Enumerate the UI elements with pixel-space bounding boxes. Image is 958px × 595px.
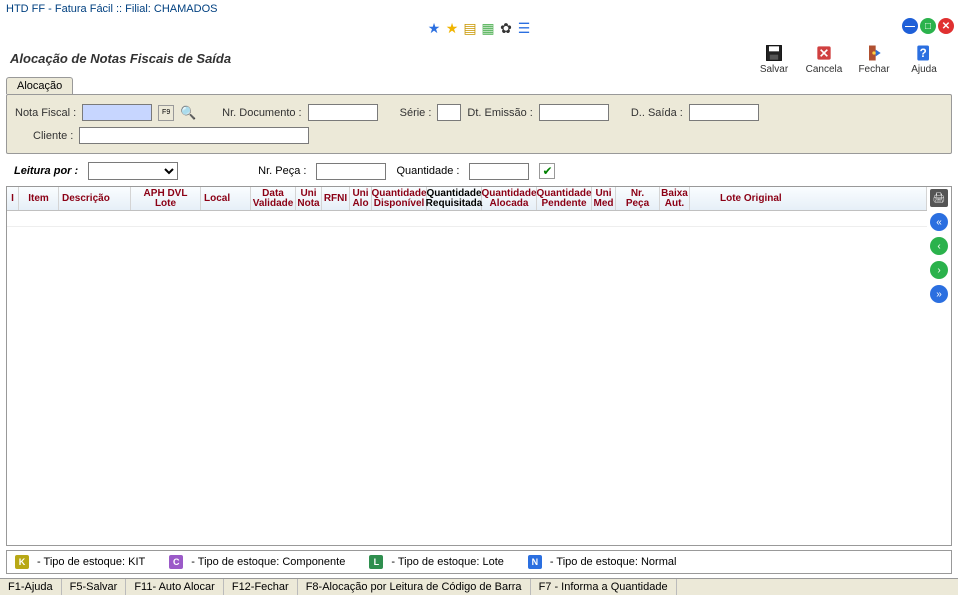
col-uni-alo[interactable]: Uni Alo bbox=[350, 187, 372, 210]
nota-fiscal-lookup-button[interactable]: F9 bbox=[158, 105, 174, 121]
grid-header: I Item Descrição APH DVL Lote Local Data… bbox=[7, 187, 927, 211]
nav-next-icon[interactable]: › bbox=[930, 261, 948, 279]
legend-lote-icon: L bbox=[369, 555, 383, 569]
slider-icon[interactable]: ☰ bbox=[516, 20, 532, 36]
col-uni-nota[interactable]: Uni Nota bbox=[296, 187, 322, 210]
status-f7: F7 - Informa a Quantidade bbox=[531, 579, 677, 595]
action-icons: Salvar Cancela Fechar ? Ajuda bbox=[754, 42, 944, 75]
grid[interactable]: I Item Descrição APH DVL Lote Local Data… bbox=[7, 187, 927, 545]
app-title: HTD FF - Fatura Fácil :: Filial: CHAMADO… bbox=[6, 3, 217, 15]
status-f5: F5-Salvar bbox=[62, 579, 127, 595]
serie-label: Série : bbox=[400, 107, 432, 119]
minimize-icon[interactable]: — bbox=[902, 18, 918, 34]
save-button[interactable]: Salvar bbox=[754, 42, 794, 75]
legend-kit-text: - Tipo de estoque: KIT bbox=[37, 556, 145, 568]
col-uni-med[interactable]: Uni Med bbox=[592, 187, 616, 210]
maximize-icon[interactable]: □ bbox=[920, 18, 936, 34]
star-yellow-icon[interactable]: ★ bbox=[444, 20, 460, 36]
dt-saida-input[interactable] bbox=[689, 104, 759, 121]
legend-kit-icon: K bbox=[15, 555, 29, 569]
close-button[interactable]: Fechar bbox=[854, 42, 894, 75]
nr-documento-label: Nr. Documento : bbox=[222, 107, 301, 119]
legend-normal-icon: N bbox=[528, 555, 542, 569]
nav-first-icon[interactable]: « bbox=[930, 213, 948, 231]
nota-fiscal-label: Nota Fiscal : bbox=[15, 107, 76, 119]
legend-comp-text: - Tipo de estoque: Componente bbox=[191, 556, 345, 568]
dt-saida-label: D.. Saída : bbox=[631, 107, 683, 119]
col-qtd-pend[interactable]: Quantidade Pendente bbox=[537, 187, 592, 210]
status-f1: F1-Ajuda bbox=[0, 579, 62, 595]
notes-icon[interactable]: ▤ bbox=[462, 20, 478, 36]
grid-icon[interactable]: ▦ bbox=[480, 20, 496, 36]
col-item[interactable]: Item bbox=[19, 187, 59, 210]
close-label: Fechar bbox=[858, 64, 889, 75]
col-aph[interactable]: APH DVL Lote bbox=[131, 187, 201, 210]
col-qtd-aloc[interactable]: Quantidade Alocada bbox=[482, 187, 537, 210]
col-indicator[interactable]: I bbox=[7, 187, 19, 210]
app-title-bar: HTD FF - Fatura Fácil :: Filial: CHAMADO… bbox=[0, 0, 958, 18]
col-baixa[interactable]: Baixa Aut. bbox=[660, 187, 690, 210]
window-controls: — □ ✕ bbox=[902, 18, 954, 34]
star-blue-icon[interactable]: ★ bbox=[426, 20, 442, 36]
help-button[interactable]: ? Ajuda bbox=[904, 42, 944, 75]
table-row[interactable] bbox=[7, 211, 927, 227]
cliente-input[interactable] bbox=[79, 127, 309, 144]
form-panel: Nota Fiscal : F9 🔍 Nr. Documento : Série… bbox=[6, 94, 952, 154]
settings-icon[interactable]: ✿ bbox=[498, 20, 514, 36]
tab-alocacao[interactable]: Alocação bbox=[6, 77, 73, 94]
print-icon[interactable]: 🖨 bbox=[930, 189, 948, 207]
nr-documento-input[interactable] bbox=[308, 104, 378, 121]
side-icons: 🖨 « ‹ › » bbox=[927, 187, 951, 545]
col-qtd-req[interactable]: Quantidade Requisitada bbox=[427, 187, 482, 210]
serie-input[interactable] bbox=[437, 104, 461, 121]
quantidade-label: Quantidade : bbox=[396, 165, 459, 177]
col-descricao[interactable]: Descrição bbox=[59, 187, 131, 210]
svg-text:?: ? bbox=[920, 47, 927, 60]
status-f8: F8-Alocação por Leitura de Código de Bar… bbox=[298, 579, 531, 595]
save-label: Salvar bbox=[760, 64, 788, 75]
help-label: Ajuda bbox=[911, 64, 937, 75]
status-f11: F11- Auto Alocar bbox=[126, 579, 224, 595]
col-qtd-disp[interactable]: Quantidade Disponível bbox=[372, 187, 427, 210]
grid-container: I Item Descrição APH DVL Lote Local Data… bbox=[6, 186, 952, 546]
toolbar-row: ★ ★ ▤ ▦ ✿ ☰ — □ ✕ bbox=[0, 18, 958, 38]
col-nr-peca[interactable]: Nr. Peça bbox=[616, 187, 660, 210]
filter-panel: Leitura por : Nr. Peça : Quantidade : ✔ bbox=[6, 158, 952, 184]
status-f12: F12-Fechar bbox=[224, 579, 298, 595]
quantidade-input[interactable] bbox=[469, 163, 529, 180]
col-local[interactable]: Local bbox=[201, 187, 251, 210]
page-header: Alocação de Notas Fiscais de Saída Salva… bbox=[0, 38, 958, 77]
nr-peca-input[interactable] bbox=[316, 163, 386, 180]
nav-last-icon[interactable]: » bbox=[930, 285, 948, 303]
cliente-label: Cliente : bbox=[33, 130, 73, 142]
nota-fiscal-input[interactable] bbox=[82, 104, 152, 121]
leitura-por-select[interactable] bbox=[88, 162, 178, 180]
search-icon[interactable]: 🔍 bbox=[180, 105, 196, 121]
confirm-button[interactable]: ✔ bbox=[539, 163, 555, 179]
close-icon[interactable]: ✕ bbox=[938, 18, 954, 34]
cancel-label: Cancela bbox=[806, 64, 843, 75]
legend-normal-text: - Tipo de estoque: Normal bbox=[550, 556, 677, 568]
page-title: Alocação de Notas Fiscais de Saída bbox=[10, 51, 231, 66]
dt-emissao-label: Dt. Emissão : bbox=[467, 107, 532, 119]
nr-peca-label: Nr. Peça : bbox=[258, 165, 306, 177]
leitura-por-label: Leitura por : bbox=[14, 165, 78, 177]
status-bar: F1-Ajuda F5-Salvar F11- Auto Alocar F12-… bbox=[0, 578, 958, 595]
nav-prev-icon[interactable]: ‹ bbox=[930, 237, 948, 255]
legend-lote-text: - Tipo de estoque: Lote bbox=[391, 556, 504, 568]
legend-comp-icon: C bbox=[169, 555, 183, 569]
col-rfni[interactable]: RFNI bbox=[322, 187, 350, 210]
grid-body[interactable] bbox=[7, 211, 927, 545]
center-icons: ★ ★ ▤ ▦ ✿ ☰ bbox=[426, 20, 532, 36]
legend-bar: K - Tipo de estoque: KIT C - Tipo de est… bbox=[6, 550, 952, 574]
col-validade[interactable]: Data Validade bbox=[251, 187, 296, 210]
tab-strip: Alocação bbox=[6, 77, 958, 94]
col-lote-orig[interactable]: Lote Original bbox=[690, 187, 927, 210]
cancel-button[interactable]: Cancela bbox=[804, 42, 844, 75]
dt-emissao-input[interactable] bbox=[539, 104, 609, 121]
